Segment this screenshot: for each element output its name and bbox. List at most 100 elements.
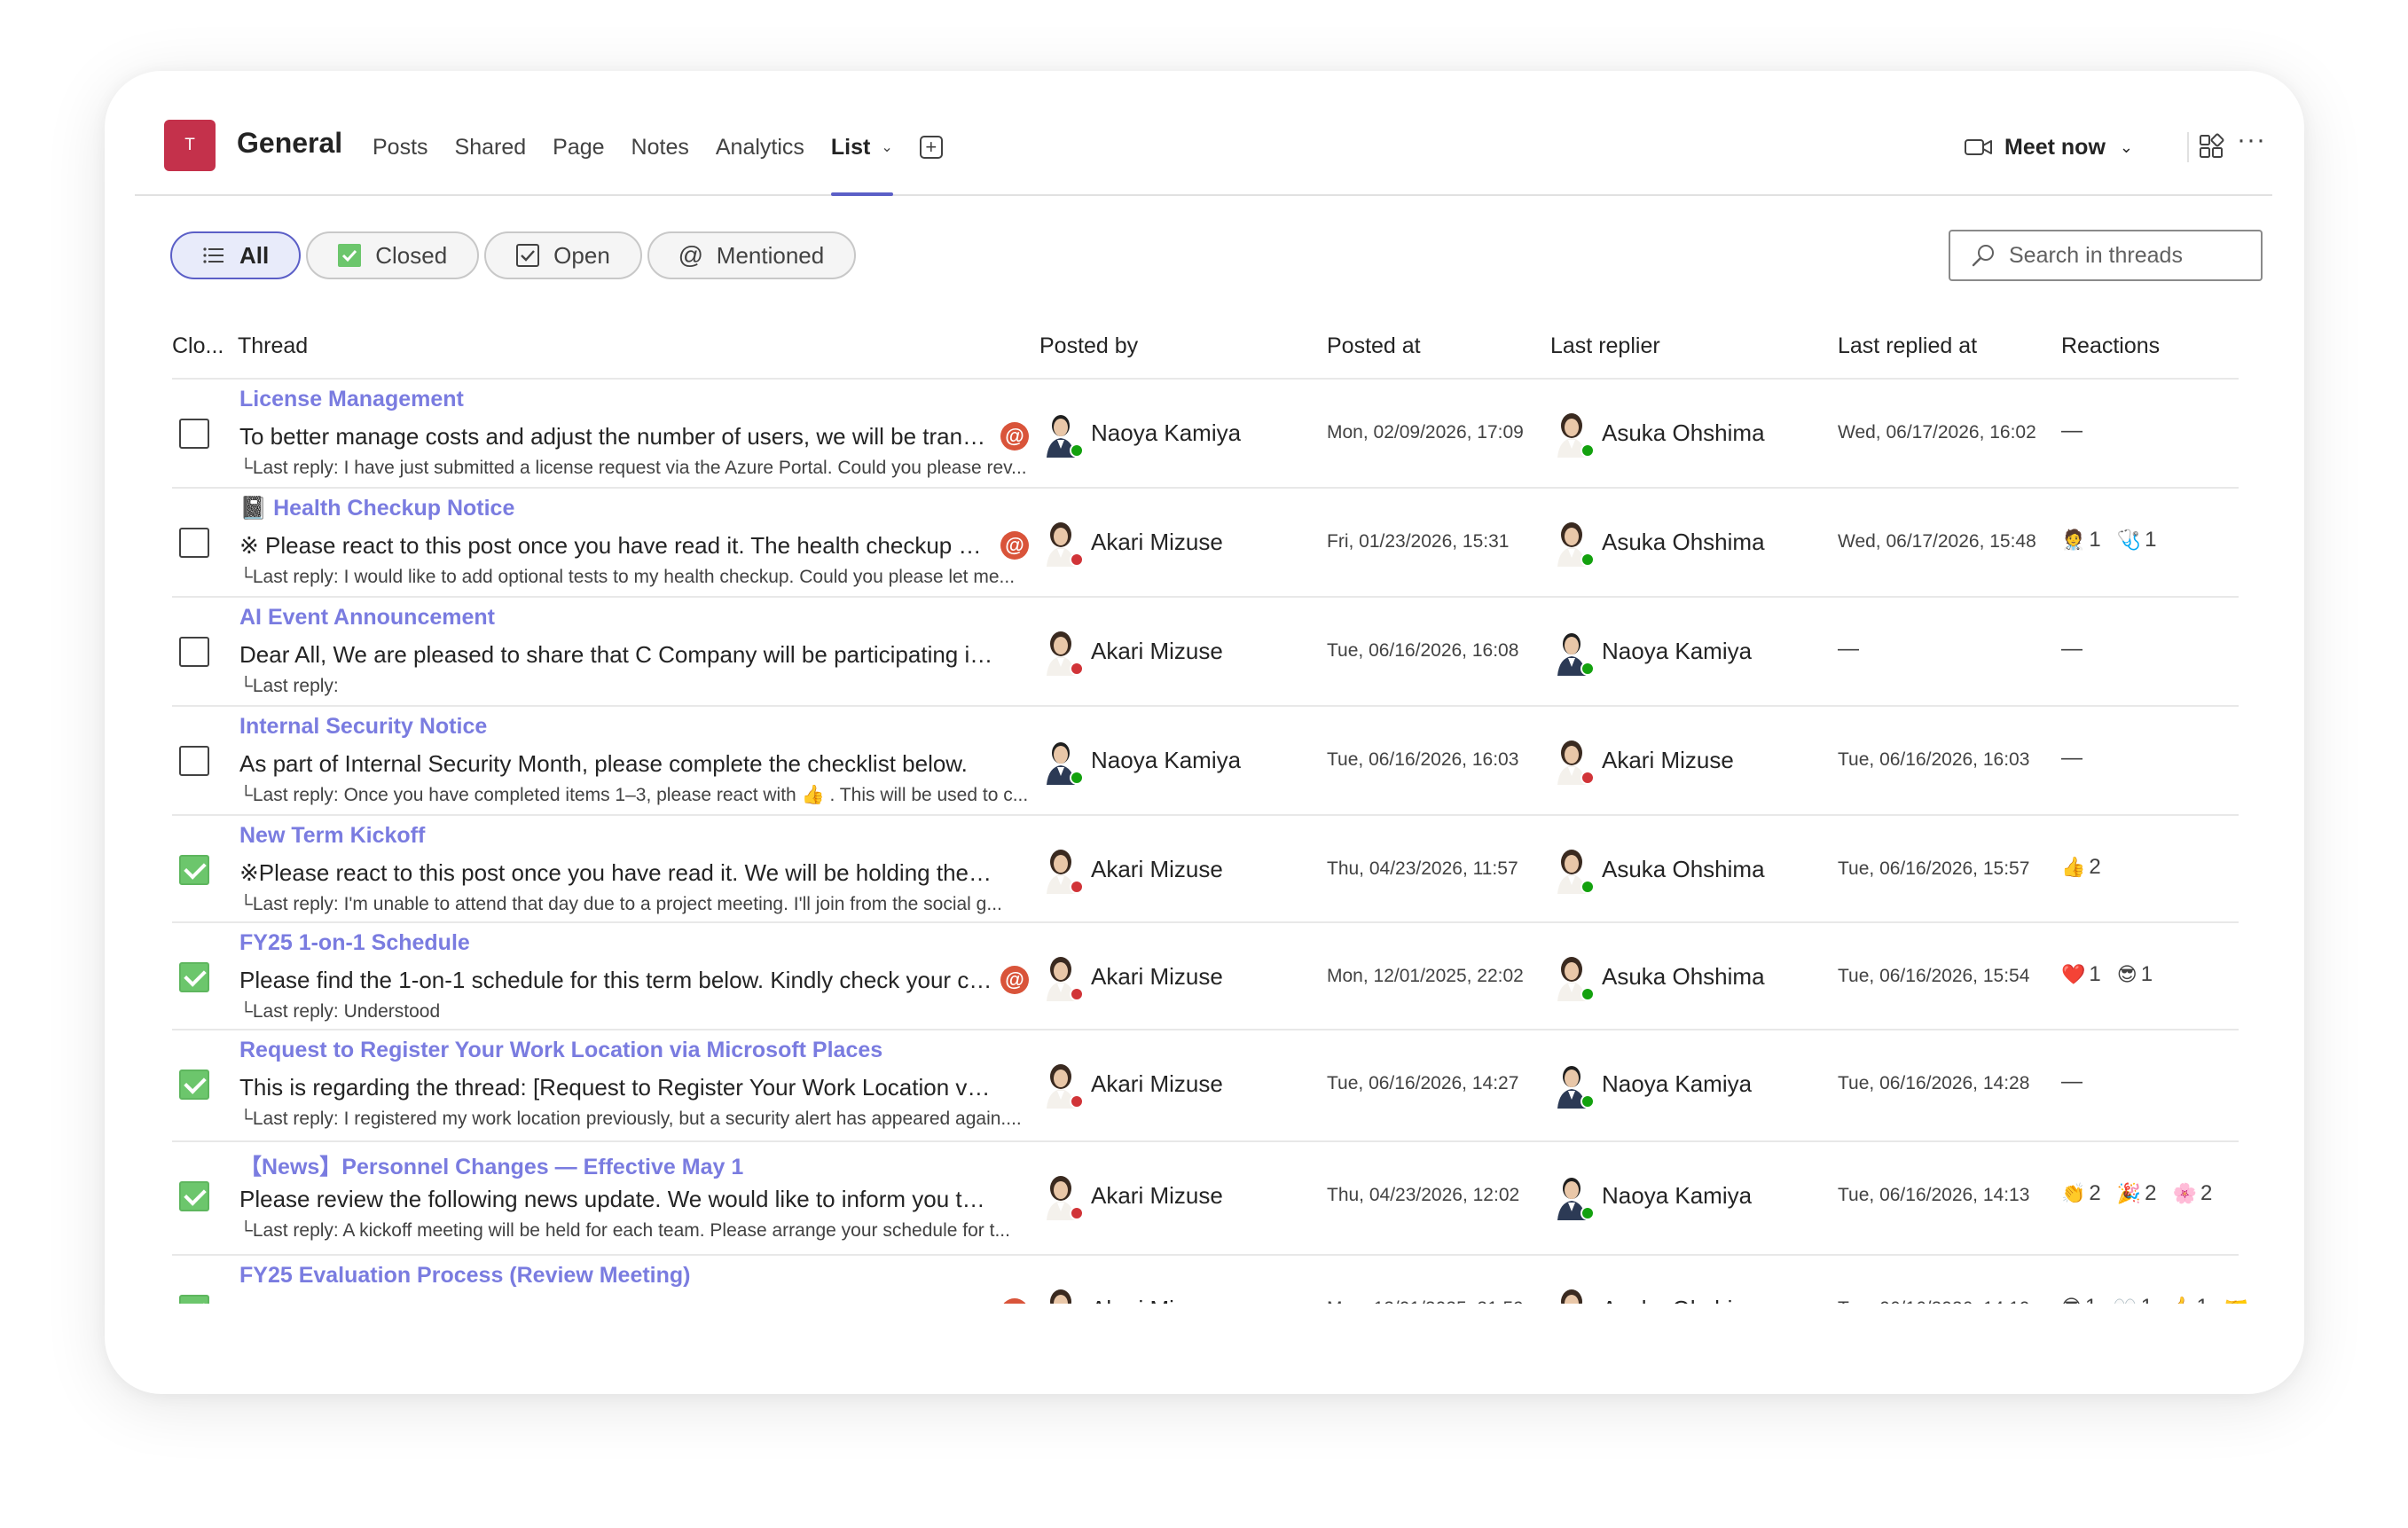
meet-now-button[interactable]: Meet now ⌄ (1964, 127, 2133, 168)
avatar (1550, 408, 1595, 458)
table-row[interactable]: AI Event Announcement Dear All, We are pl… (172, 596, 2239, 705)
thread-last-reply: └Last reply: A kickoff meeting will be h… (239, 1220, 1010, 1241)
table-row[interactable]: 📓 Health Checkup Notice ※ Please react to… (172, 487, 2239, 596)
presence-busy-icon (1070, 1206, 1084, 1220)
tab-page[interactable]: Page (553, 100, 604, 194)
thread-title-link[interactable]: License Management (239, 387, 464, 412)
last-replier-user[interactable]: Naoya Kamiya (1550, 1057, 1752, 1110)
closed-checkbox[interactable] (179, 746, 209, 776)
table-row[interactable]: License Management To better manage costs… (172, 378, 2239, 487)
add-tab-icon[interactable]: + (919, 136, 943, 159)
posted-by-user[interactable]: Naoya Kamiya (1039, 406, 1241, 459)
presence-available-icon (1580, 987, 1595, 1001)
last-replier-user[interactable]: Asuka Ohshima (1550, 950, 1765, 1003)
column-header-thread[interactable]: Thread (238, 333, 308, 359)
filter-closed-button[interactable]: Closed (306, 231, 480, 279)
closed-checkbox-checked[interactable] (179, 1070, 209, 1100)
last-replier-user[interactable]: Naoya Kamiya (1550, 1169, 1752, 1222)
reaction-count: 2 (2089, 1181, 2101, 1205)
closed-checkbox[interactable] (179, 528, 209, 558)
channel-view: T General Posts Shared Page Notes Analyt… (135, 100, 2272, 1333)
tab-list-label: List (830, 134, 871, 160)
thread-title-link[interactable]: FY25 1-on-1 Schedule (239, 930, 470, 956)
table-row[interactable]: Request to Register Your Work Location v… (172, 1029, 2239, 1140)
reaction-chip[interactable]: 🌸 2 (2173, 1181, 2213, 1206)
closed-checkbox[interactable] (179, 419, 209, 449)
thread-title-link[interactable]: Request to Register Your Work Location v… (239, 1038, 882, 1063)
column-header-last-replied-at[interactable]: Last replied at (1838, 333, 1977, 359)
tab-analytics[interactable]: Analytics (716, 100, 804, 194)
reaction-chip[interactable]: 👏 2 (2061, 1181, 2101, 1206)
avatar (1039, 517, 1084, 567)
table-row[interactable]: FY25 1-on-1 Schedule Please find the 1-on… (172, 921, 2239, 1029)
reaction-chip[interactable]: 🩺 1 (2117, 528, 2157, 552)
tab-notes[interactable]: Notes (631, 100, 689, 194)
closed-checkbox-checked[interactable] (179, 1181, 209, 1211)
last-replier-user[interactable]: Asuka Ohshima (1550, 842, 1765, 896)
thread-preview: This is regarding the thread: [Request t… (239, 1074, 993, 1101)
posted-by-user[interactable]: Akari Mizuse (1039, 624, 1223, 678)
table-row[interactable]: New Term Kickoff ※Please react to this po… (172, 814, 2239, 921)
filter-mentioned-button[interactable]: @ Mentioned (647, 231, 857, 279)
posted-by-user[interactable]: Naoya Kamiya (1039, 733, 1241, 787)
reaction-chip[interactable]: 🎉 2 (2117, 1181, 2157, 1206)
last-replier-user[interactable]: Naoya Kamiya (1550, 624, 1752, 678)
column-header-posted-at[interactable]: Posted at (1327, 333, 1421, 359)
last-replier-user[interactable]: Asuka Ohshima (1550, 406, 1765, 459)
checkbox-icon (514, 242, 541, 269)
closed-checkbox-checked[interactable] (179, 962, 209, 992)
filter-open-button[interactable]: Open (484, 231, 642, 279)
thread-title-link[interactable]: FY25 Evaluation Process (Review Meeting) (239, 1263, 691, 1289)
search-box[interactable] (1949, 230, 2263, 281)
reaction-count: 1 (2089, 528, 2101, 552)
posted-by-user[interactable]: Akari Mizuse (1039, 842, 1223, 896)
reactions-cell: 👏 2 🎉 2 🌸 2 (2061, 1181, 2228, 1206)
thread-last-reply: └Last reply: I'm unable to attend that d… (239, 894, 1002, 914)
team-avatar[interactable]: T (164, 120, 216, 171)
posted-by-user[interactable]: Akari Mizuse (1039, 515, 1223, 568)
closed-checkbox-checked[interactable] (179, 855, 209, 885)
tab-shared[interactable]: Shared (455, 100, 527, 194)
thread-last-reply: └Last reply: (239, 676, 339, 696)
column-header-posted-by[interactable]: Posted by (1039, 333, 1138, 359)
last-replier-user[interactable]: Akari Mizuse (1550, 733, 1734, 787)
column-header-last-replier[interactable]: Last replier (1550, 333, 1660, 359)
table-row[interactable]: Internal Security Notice As part of Inter… (172, 705, 2239, 814)
table-row[interactable]: 【News】Personnel Changes — Effective May … (172, 1140, 2239, 1254)
closed-checkbox[interactable] (179, 637, 209, 667)
meet-now-label: Meet now (2004, 134, 2106, 160)
thread-title-link[interactable]: Internal Security Notice (239, 714, 487, 740)
column-header-closed[interactable]: Clo... (172, 333, 224, 359)
reaction-chip[interactable]: 🧑‍⚕️ 1 (2061, 528, 2101, 552)
more-options-icon[interactable]: ··· (2237, 125, 2266, 155)
tab-posts[interactable]: Posts (373, 100, 428, 194)
last-replier-name: Naoya Kamiya (1602, 1070, 1753, 1097)
thread-title-link[interactable]: New Term Kickoff (239, 823, 425, 849)
apps-icon[interactable] (2197, 132, 2225, 161)
thread-last-reply: └Last reply: I registered my work locati… (239, 1109, 1022, 1129)
posted-by-user[interactable]: Akari Mizuse (1039, 1169, 1223, 1222)
last-replied-at: Tue, 06/16/2026, 15:57 (1838, 858, 2030, 879)
posted-by-user[interactable]: Akari Mizuse (1039, 950, 1223, 1003)
chevron-down-icon[interactable]: ⌄ (2120, 138, 2133, 157)
thread-title-link[interactable]: AI Event Announcement (239, 605, 495, 631)
reactions-cell: 👍 2 (2061, 855, 2117, 880)
filter-all-button[interactable]: All (170, 231, 302, 279)
last-replier-user[interactable]: Asuka Ohshima (1550, 515, 1765, 568)
reaction-chip[interactable]: 👍 2 (2061, 855, 2101, 880)
posted-by-name: Naoya Kamiya (1091, 746, 1242, 773)
sunglasses-emoji: 😎 (2116, 963, 2137, 986)
last-replied-at: — (1838, 637, 1859, 661)
search-input[interactable] (2007, 241, 2259, 270)
posted-by-name: Naoya Kamiya (1091, 419, 1242, 446)
thread-title-link[interactable]: 📓 Health Checkup Notice (239, 496, 514, 521)
tab-list[interactable]: List ⌄ (830, 100, 893, 196)
avatar (1550, 1171, 1595, 1220)
posted-by-user[interactable]: Akari Mizuse (1039, 1057, 1223, 1110)
reaction-chip[interactable]: ❤️ 1 (2061, 962, 2101, 987)
video-camera-icon (1965, 139, 1992, 155)
thread-title-link[interactable]: 【News】Personnel Changes — Effective May … (239, 1149, 743, 1181)
reaction-chip[interactable]: 😎1 (2117, 962, 2153, 987)
column-header-reactions[interactable]: Reactions (2061, 333, 2160, 359)
thread-preview: Please find the 1-on-1 schedule for this… (239, 967, 993, 993)
